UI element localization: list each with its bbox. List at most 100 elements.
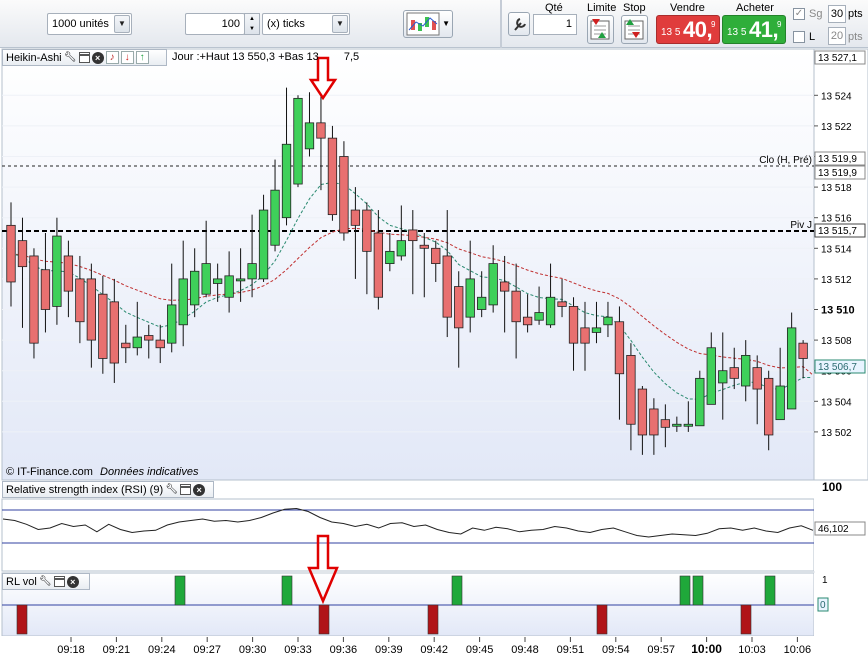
sell-price-decimal: 9 (711, 20, 716, 29)
time-label: 09:24 (148, 644, 176, 656)
rsi-current-tag: 46,102 (814, 521, 866, 536)
quantity-input[interactable]: 100 (185, 13, 245, 35)
top-price-tag: 13 527,1 (814, 50, 866, 65)
candle-body (465, 278, 475, 318)
svg-text:13 519,9: 13 519,9 (818, 168, 857, 179)
limit-label: Limite (587, 2, 617, 14)
chevron-down-icon[interactable]: ▼ (332, 15, 348, 33)
l-checkbox[interactable] (793, 31, 805, 43)
price-label: 13 504 (821, 397, 852, 408)
candle-body (488, 263, 498, 306)
alert-bell-icon[interactable]: ♪ (105, 51, 119, 64)
wrench-icon[interactable]: 🔧︎ (39, 575, 52, 588)
buy-arrow-icon[interactable]: ↑ (135, 51, 149, 64)
price-label: 13 524 (821, 91, 852, 102)
chevron-down-icon[interactable]: ▼ (442, 19, 450, 28)
candle-body (178, 278, 188, 326)
units-select[interactable]: 1000 unités ▼ (47, 13, 132, 35)
maximize-icon[interactable] (180, 484, 192, 495)
main-panel-title: Heikin-Ashi (6, 51, 62, 64)
buy-signal-bar (679, 575, 691, 606)
candle-body (568, 306, 579, 344)
sg-points-input[interactable]: 30 (828, 5, 846, 23)
candle (29, 248, 39, 359)
candle-body (419, 244, 429, 249)
units-select-value: 1000 unités (52, 18, 109, 30)
stop-label: Stop (623, 2, 646, 14)
stop-order-icon (624, 19, 644, 40)
l-label: L (809, 31, 816, 43)
order-qty-input[interactable]: 1 (533, 14, 577, 35)
candle-body (637, 388, 648, 436)
maximize-icon[interactable] (78, 52, 90, 63)
candle-body (557, 301, 567, 307)
wrench-button[interactable] (508, 12, 530, 36)
candle-body (683, 423, 693, 427)
wrench-icon[interactable]: 🔧︎ (165, 483, 178, 496)
candle-body (86, 278, 97, 341)
time-label: 10:03 (738, 644, 766, 656)
candle-body (718, 370, 728, 384)
sell-arrow-icon[interactable]: ↓ (120, 51, 134, 64)
stop-order-button[interactable] (621, 15, 648, 44)
candle-body (545, 296, 556, 326)
source-credit: © IT-Finance.com Données indicatives (6, 466, 199, 478)
rlvol-panel-header: RL vol 🔧︎ × (2, 573, 90, 590)
candle-body (316, 122, 326, 139)
time-label: 09:36 (330, 644, 358, 656)
buy-price-decimal: 9 (777, 20, 782, 29)
candle-body (190, 270, 200, 306)
candle-body (362, 209, 372, 252)
price-label: 13 510 (821, 305, 855, 317)
sell-price-prefix: 13 5 (661, 27, 681, 38)
close-icon[interactable]: × (193, 483, 206, 496)
price-chart[interactable]: 13 52413 52213 52013 51813 51613 51413 5… (0, 48, 868, 662)
maximize-icon[interactable] (53, 576, 65, 587)
time-label: 10:06 (784, 644, 812, 656)
quantity-input-value: 100 (221, 18, 240, 30)
candle-body (408, 229, 418, 242)
limit-order-button[interactable] (587, 15, 614, 44)
buy-signal-bar (281, 575, 293, 606)
price-label: 13 512 (821, 275, 852, 286)
chevron-down-icon[interactable]: ▼ (114, 15, 130, 33)
l-points-input[interactable]: 20 (828, 27, 846, 45)
sell-button[interactable]: 13 5 40, 9 (656, 15, 720, 44)
main-panel-background (1, 48, 815, 481)
candle (339, 141, 349, 241)
candle-body (454, 286, 464, 329)
close-icon[interactable]: × (66, 575, 79, 588)
limit-order-icon (590, 19, 610, 40)
candle-body (373, 232, 384, 298)
price-label: 13 502 (821, 428, 852, 439)
candle-body (270, 189, 280, 246)
top-toolbar: 1000 unités ▼ 100 ▲ ▼ (x) ticks ▼ ▼ Qté 1… (0, 0, 868, 48)
rsi-panel-header: Relative strength index (RSI) (9) 🔧︎ × (2, 481, 214, 498)
ticks-select[interactable]: (x) ticks ▼ (262, 13, 350, 35)
chart-type-button[interactable]: ▼ (403, 10, 453, 38)
candle-body (121, 342, 131, 349)
quantity-stepper[interactable]: ▲ ▼ (244, 13, 260, 35)
svg-text:46,102: 46,102 (818, 524, 849, 535)
time-label: 09:57 (647, 644, 675, 656)
candle-body (706, 347, 716, 405)
wrench-icon[interactable]: 🔧︎ (64, 51, 77, 64)
candle-body (201, 263, 211, 295)
buy-button[interactable]: 13 5 41, 9 (722, 15, 786, 44)
close-icon[interactable]: × (91, 51, 104, 64)
current-price-tag: 13 506,7 (814, 359, 866, 374)
candle-body (511, 290, 521, 323)
time-label: 09:45 (466, 644, 494, 656)
candle-body (98, 293, 108, 359)
candle-body (304, 122, 315, 150)
candle-body (786, 327, 797, 410)
candle-body (396, 240, 406, 257)
time-label: 09:39 (375, 644, 403, 656)
candle-body (75, 278, 85, 323)
buy-price-prefix: 13 5 (727, 27, 747, 38)
rlvol-top-value: 1 (822, 575, 828, 586)
candle-body (224, 275, 234, 298)
candle-body (591, 327, 602, 333)
sell-signal-bar (16, 604, 28, 635)
sg-checkbox[interactable]: ✓ (793, 8, 805, 20)
